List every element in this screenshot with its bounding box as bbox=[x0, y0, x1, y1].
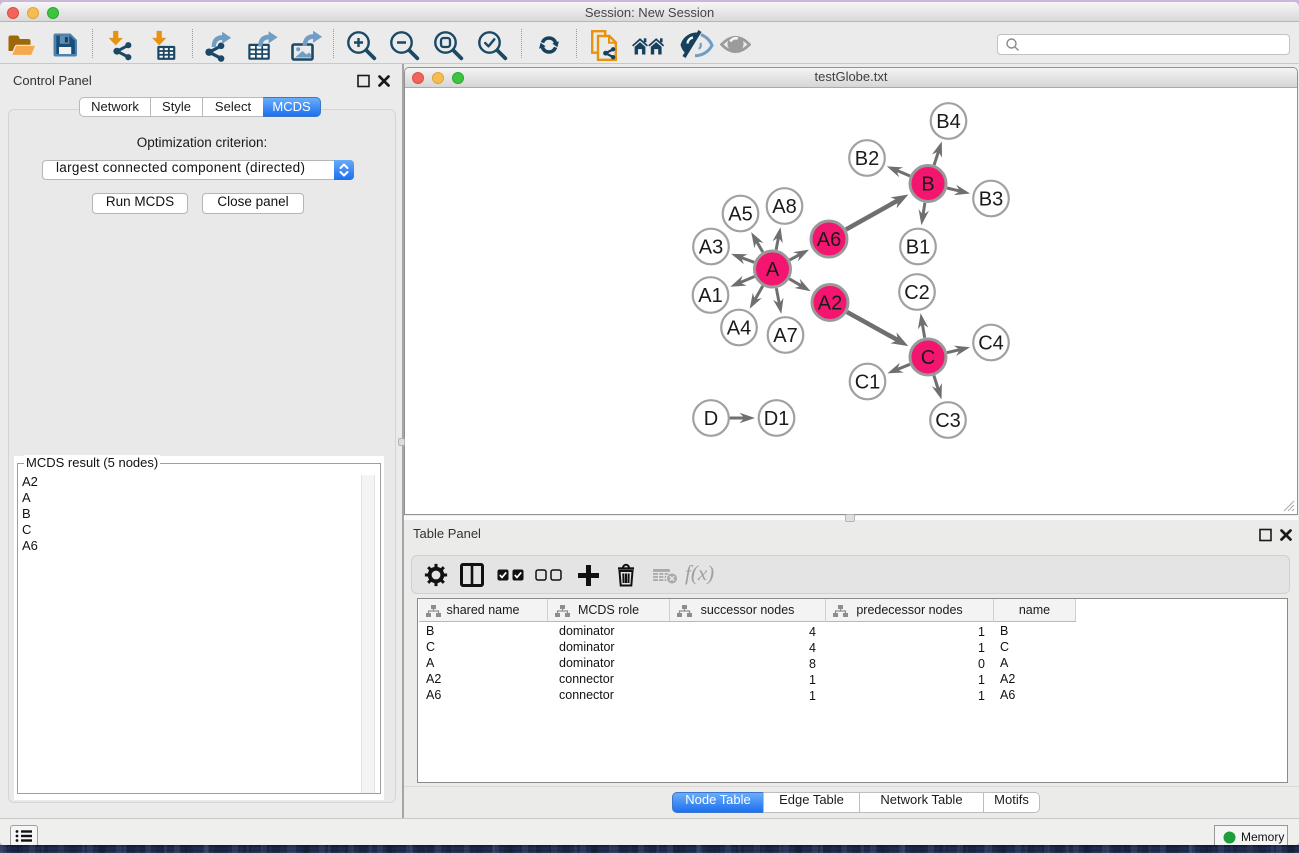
svg-text:C4: C4 bbox=[978, 333, 1004, 355]
svg-text:B1: B1 bbox=[906, 237, 930, 259]
svg-text:A6: A6 bbox=[817, 229, 841, 251]
svg-text:D: D bbox=[704, 408, 718, 430]
svg-text:B: B bbox=[921, 174, 934, 196]
svg-text:B2: B2 bbox=[855, 148, 879, 170]
svg-text:C: C bbox=[921, 347, 935, 369]
svg-text:A2: A2 bbox=[818, 293, 842, 315]
svg-text:A1: A1 bbox=[698, 285, 722, 307]
svg-text:B4: B4 bbox=[936, 111, 960, 133]
svg-text:D1: D1 bbox=[764, 408, 790, 430]
svg-text:A4: A4 bbox=[727, 318, 751, 340]
svg-text:C3: C3 bbox=[935, 410, 961, 432]
svg-text:A5: A5 bbox=[728, 204, 752, 226]
svg-text:A8: A8 bbox=[772, 196, 796, 218]
svg-text:B3: B3 bbox=[979, 189, 1003, 211]
svg-text:A: A bbox=[766, 259, 780, 281]
svg-text:C2: C2 bbox=[904, 282, 930, 304]
svg-text:A7: A7 bbox=[773, 325, 797, 347]
svg-text:A3: A3 bbox=[699, 237, 723, 259]
svg-text:C1: C1 bbox=[855, 372, 881, 394]
